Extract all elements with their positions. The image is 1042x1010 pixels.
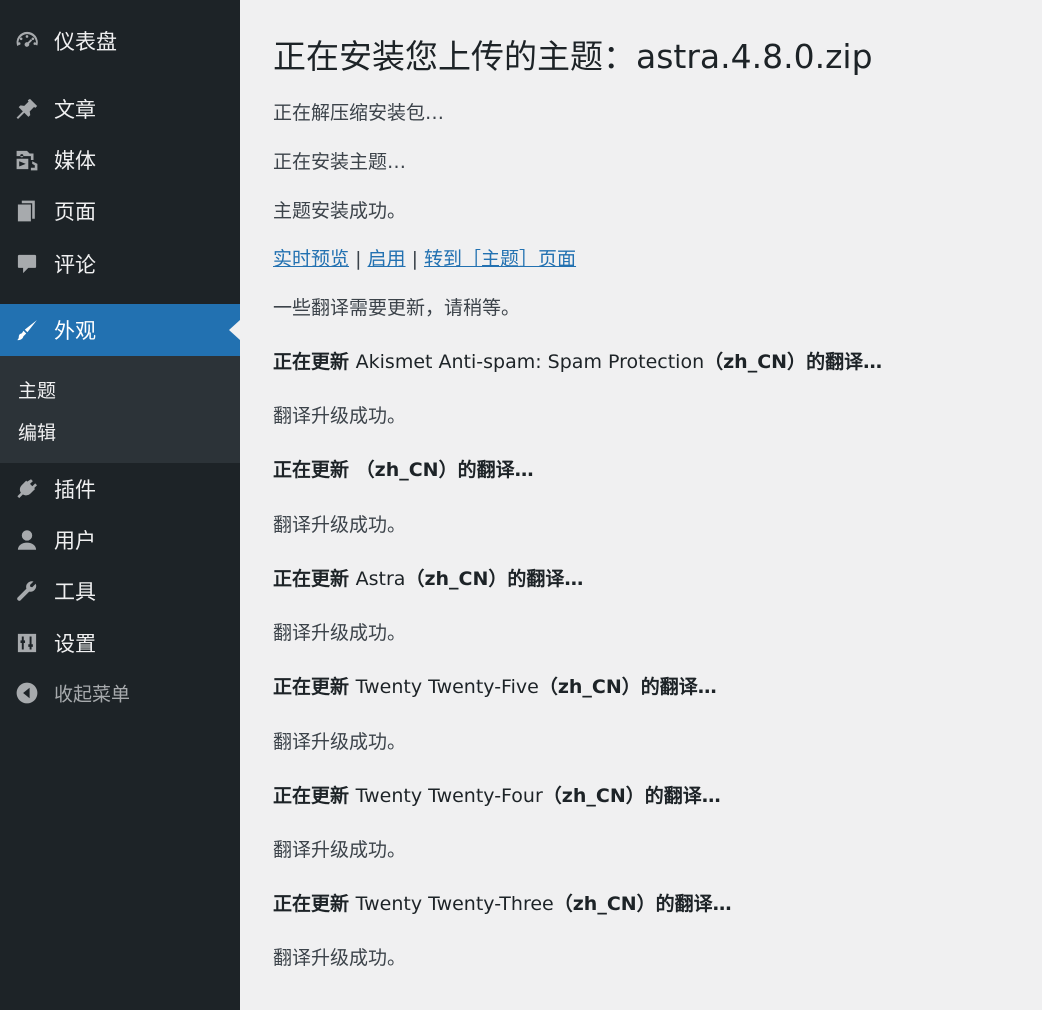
update-item-name: Twenty Twenty-Five: [355, 676, 539, 698]
admin-sidebar: 仪表盘 文章 媒体 页面 评论 外观 主题 编辑 插件 用户 工具 设置 收起菜…: [0, 0, 240, 1010]
pin-icon: [12, 94, 42, 124]
comment-icon: [12, 249, 42, 279]
status-success: 主题安装成功。: [273, 200, 407, 222]
update-suffix: 的翻译…: [806, 351, 883, 373]
link-separator: |: [411, 248, 418, 270]
update-suffix: 的翻译…: [457, 459, 534, 481]
collapse-menu-button[interactable]: 收起菜单: [0, 673, 240, 713]
update-prefix: 正在更新: [273, 459, 350, 481]
update-result: 翻译升级成功。: [273, 839, 407, 861]
update-prefix: 正在更新: [273, 676, 350, 698]
update-prefix: 正在更新: [273, 893, 350, 915]
menu-item-comments[interactable]: 评论: [0, 244, 240, 284]
update-result: 翻译升级成功。: [273, 731, 407, 753]
update-locale: （zh_CN）: [405, 568, 508, 590]
update-suffix: 的翻译…: [655, 893, 732, 915]
update-heading: 正在更新 Twenty Twenty-Five（zh_CN）的翻译…: [273, 672, 717, 699]
update-heading: 正在更新 Akismet Anti-spam: Spam Protection（…: [273, 347, 882, 374]
menu-label-plugins: 插件: [54, 478, 96, 502]
collapse-menu-label: 收起菜单: [54, 683, 131, 706]
update-locale: （zh_CN）: [542, 785, 645, 807]
update-prefix: 正在更新: [273, 351, 350, 373]
link-separator: |: [355, 248, 362, 270]
menu-label-users: 用户: [54, 529, 96, 553]
activate-link[interactable]: 启用: [368, 248, 406, 270]
menu-label-media: 媒体: [54, 149, 96, 173]
update-item-name: Twenty Twenty-Three: [355, 893, 554, 915]
update-locale: （zh_CN）: [553, 893, 656, 915]
collapse-arrow-icon: [12, 678, 42, 708]
appearance-submenu: 主题 编辑: [0, 356, 240, 463]
update-item-name: Twenty Twenty-Four: [355, 785, 543, 807]
submenu-item-themes[interactable]: 主题: [18, 376, 56, 403]
update-heading: 正在更新 （zh_CN）的翻译…: [273, 455, 534, 482]
menu-item-settings[interactable]: 设置: [0, 623, 240, 663]
update-heading: 正在更新 Astra（zh_CN）的翻译…: [273, 564, 583, 591]
update-locale: （zh_CN）: [355, 459, 458, 481]
menu-item-appearance[interactable]: 外观: [0, 304, 240, 356]
dashboard-icon: [12, 26, 42, 56]
menu-label-pages: 页面: [54, 200, 96, 224]
media-icon: [12, 145, 42, 175]
submenu-item-editor[interactable]: 编辑: [18, 418, 56, 445]
update-prefix: 正在更新: [273, 568, 350, 590]
plugin-icon: [12, 474, 42, 504]
menu-item-pages[interactable]: 页面: [0, 191, 240, 231]
update-locale: （zh_CN）: [538, 676, 641, 698]
menu-label-posts: 文章: [54, 98, 96, 122]
update-result: 翻译升级成功。: [273, 514, 407, 536]
menu-label-comments: 评论: [54, 253, 96, 277]
user-icon: [12, 525, 42, 555]
update-heading: 正在更新 Twenty Twenty-Four（zh_CN）的翻译…: [273, 781, 721, 808]
active-indicator-arrow: [229, 320, 240, 340]
menu-label-settings: 设置: [54, 632, 96, 656]
update-prefix: 正在更新: [273, 785, 350, 807]
update-suffix: 的翻译…: [640, 676, 717, 698]
paintbrush-icon: [12, 315, 42, 345]
menu-item-tools[interactable]: 工具: [0, 571, 240, 611]
menu-item-plugins[interactable]: 插件: [0, 469, 240, 509]
update-heading: 正在更新 Twenty Twenty-Three（zh_CN）的翻译…: [273, 889, 732, 916]
page-icon: [12, 196, 42, 226]
update-result: 翻译升级成功。: [273, 405, 407, 427]
update-item-name: Astra: [355, 568, 406, 590]
menu-label-appearance: 外观: [54, 319, 96, 343]
menu-label-dashboard: 仪表盘: [54, 30, 117, 54]
status-installing: 正在安装主题…: [273, 151, 407, 173]
status-unpacking: 正在解压缩安装包…: [273, 102, 445, 124]
update-result: 翻译升级成功。: [273, 622, 407, 644]
update-suffix: 的翻译…: [644, 785, 721, 807]
live-preview-link[interactable]: 实时预览: [273, 248, 349, 270]
goto-themes-link[interactable]: 转到［主题］页面: [424, 248, 576, 270]
menu-label-tools: 工具: [54, 580, 96, 604]
menu-item-dashboard[interactable]: 仪表盘: [0, 21, 240, 61]
translation-notice: 一些翻译需要更新，请稍等。: [273, 297, 521, 319]
menu-item-media[interactable]: 媒体: [0, 140, 240, 180]
update-suffix: 的翻译…: [507, 568, 584, 590]
page-title: 正在安装您上传的主题：astra.4.8.0.zip: [273, 37, 873, 76]
menu-item-posts[interactable]: 文章: [0, 89, 240, 129]
action-links: 实时预览 | 启用 | 转到［主题］页面: [273, 244, 576, 271]
update-result: 翻译升级成功。: [273, 947, 407, 969]
update-item-name: Akismet Anti-spam: Spam Protection: [355, 351, 705, 373]
wrench-icon: [12, 576, 42, 606]
settings-icon: [12, 628, 42, 658]
menu-item-users[interactable]: 用户: [0, 520, 240, 560]
update-locale: （zh_CN）: [704, 351, 807, 373]
